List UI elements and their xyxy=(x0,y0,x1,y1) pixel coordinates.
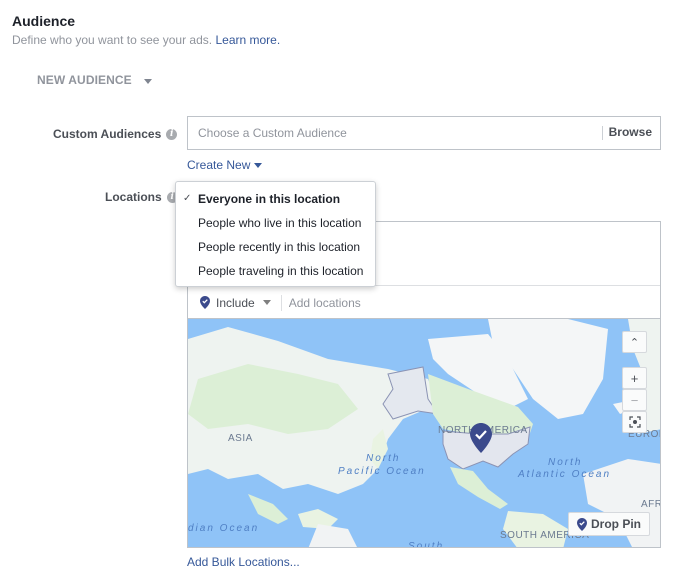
include-label: Include xyxy=(216,295,255,310)
menu-item-everyone[interactable]: ✓ Everyone in this location xyxy=(176,190,375,214)
caret-down-icon xyxy=(254,162,263,168)
map-label-africa: AFR xyxy=(641,499,661,510)
section-title: Audience xyxy=(12,13,76,29)
map-label-north-atlantic-1: North xyxy=(548,457,583,468)
browse-button[interactable]: Browse xyxy=(609,125,652,139)
include-dropdown[interactable]: Include xyxy=(200,296,271,310)
custom-audiences-label: Custom Audiences i xyxy=(53,127,178,141)
checkmark-icon: ✓ xyxy=(183,193,192,204)
divider xyxy=(280,294,282,311)
add-bulk-locations-link[interactable]: Add Bulk Locations... xyxy=(187,555,300,569)
menu-item-label: Everyone in this location xyxy=(198,192,341,206)
recenter-button[interactable] xyxy=(622,411,647,433)
new-audience-label: NEW AUDIENCE xyxy=(37,73,132,87)
learn-more-link[interactable]: Learn more. xyxy=(215,33,280,47)
section-subtitle: Define who you want to see your ads. Lea… xyxy=(12,33,280,47)
map-label-indian-ocean: dian Ocean xyxy=(188,523,260,534)
map-label-north-pacific-1: North xyxy=(366,453,401,464)
caret-down-icon xyxy=(143,78,152,84)
location-pin-icon xyxy=(577,517,587,531)
map-label-north-pacific-2: Pacific Ocean xyxy=(338,466,426,477)
location-type-menu: ✓ Everyone in this location People who l… xyxy=(175,181,376,287)
locations-label: Locations i xyxy=(105,190,178,204)
location-map[interactable]: ASIA NORTH AMERICA SOUTH AMERICA EUROP A… xyxy=(187,318,661,548)
zoom-in-button[interactable]: + xyxy=(622,367,647,389)
create-new-dropdown[interactable]: Create New xyxy=(187,158,263,172)
recenter-icon xyxy=(628,416,641,428)
divider xyxy=(602,126,603,140)
zoom-out-button[interactable]: − xyxy=(622,389,647,411)
menu-item-live[interactable]: People who live in this location xyxy=(176,214,375,238)
custom-audiences-label-text: Custom Audiences xyxy=(53,127,162,141)
menu-item-label: People traveling in this location xyxy=(198,264,364,278)
custom-audience-input[interactable] xyxy=(188,117,598,149)
custom-audience-field[interactable]: Browse xyxy=(187,116,661,150)
subtitle-text: Define who you want to see your ads. xyxy=(12,33,213,47)
map-label-asia: ASIA xyxy=(228,433,253,444)
add-locations-input[interactable] xyxy=(288,295,589,310)
info-icon[interactable]: i xyxy=(166,128,178,140)
map-label-south: South xyxy=(408,541,445,548)
menu-item-recently[interactable]: People recently in this location xyxy=(176,238,375,262)
create-new-label: Create New xyxy=(187,158,251,172)
menu-item-label: People who live in this location xyxy=(198,216,362,230)
menu-item-traveling[interactable]: People traveling in this location xyxy=(176,262,375,286)
drop-pin-button[interactable]: Drop Pin xyxy=(568,512,650,536)
plus-icon: + xyxy=(630,370,639,386)
drop-pin-label: Drop Pin xyxy=(591,517,641,531)
new-audience-dropdown[interactable]: NEW AUDIENCE xyxy=(37,73,152,87)
locations-label-text: Locations xyxy=(105,190,162,204)
location-pin-icon xyxy=(200,296,210,309)
minus-icon: − xyxy=(630,392,639,408)
chevron-up-icon: ⌃ xyxy=(629,336,640,349)
map-label-north-atlantic-2: Atlantic Ocean xyxy=(518,469,612,480)
selected-location-pin-icon[interactable] xyxy=(470,423,492,453)
menu-item-label: People recently in this location xyxy=(198,240,361,254)
map-collapse-button[interactable]: ⌃ xyxy=(622,331,647,353)
caret-down-icon xyxy=(262,300,271,305)
location-search-row: Include xyxy=(188,285,660,319)
